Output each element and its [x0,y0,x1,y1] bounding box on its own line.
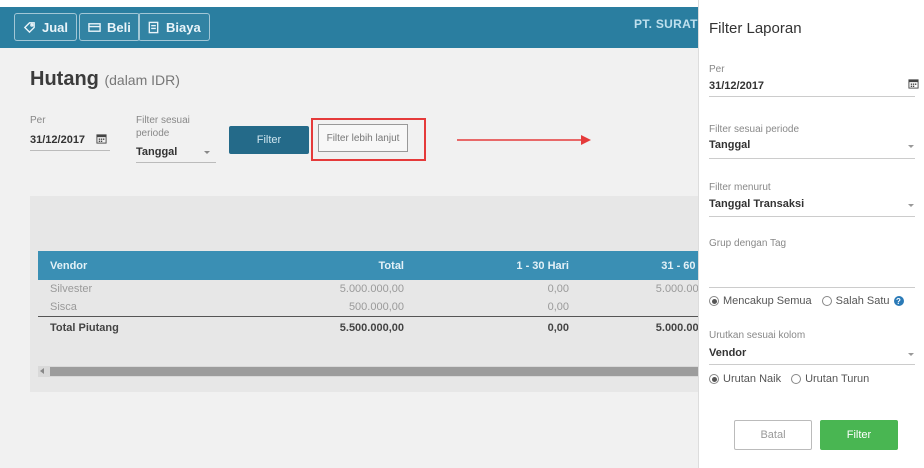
apply-filter-button[interactable]: Filter [820,420,898,450]
chevron-down-icon [908,145,914,148]
drawer-by-label: Filter menurut [709,182,771,193]
calendar-icon[interactable] [96,133,107,144]
cell-total: 500.000,00 [348,301,404,313]
page-title-text: Hutang [30,68,99,90]
cell-total: 5.000.000,00 [339,283,404,295]
tag-radio-group: Mencakup Semua Salah Satu ? [709,295,904,307]
period-label-2: periode [136,128,170,139]
header-1-30[interactable]: 1 - 30 Hari [404,260,569,272]
drawer-per-label: Per [709,64,725,75]
receipt-icon [148,21,159,33]
jual-button-label: Jual [42,19,69,35]
chevron-down-icon [908,353,914,356]
help-icon[interactable]: ? [893,296,904,306]
table-row[interactable]: Sisca 500.000,00 0,00 0,00 [38,298,724,316]
radio-salah-satu-label[interactable]: Salah Satu [836,295,890,307]
drawer-sort-label: Urutkan sesuai kolom [709,330,806,341]
page-subtitle: (dalam IDR) [104,72,180,88]
horizontal-scrollbar[interactable] [38,366,724,377]
order-radio-group: Urutan Naik Urutan Turun [709,373,869,385]
cell-total-label: Total Piutang [50,321,119,334]
cell-total-1-30: 0,00 [547,321,569,334]
radio-urutan-naik-label[interactable]: Urutan Naik [723,373,781,385]
radio-mencakup-semua[interactable] [709,296,719,306]
scrollbar-thumb[interactable] [50,367,724,376]
cell-1-30: 0,00 [547,283,569,295]
drawer-by-select[interactable]: Tanggal Transaksi [709,198,804,210]
cell-1-30: 0,00 [547,301,569,313]
header-total[interactable]: Total [228,260,404,272]
radio-urutan-turun-label[interactable]: Urutan Turun [805,373,869,385]
scroll-left-icon[interactable] [40,368,44,374]
calendar-icon[interactable] [908,78,919,89]
drawer-period-label: Filter sesuai periode [709,124,800,135]
card-icon [88,22,101,32]
header-vendor[interactable]: Vendor [38,260,228,272]
drawer-per-underline [709,96,915,97]
cell-total-sum: 5.500.000,00 [339,321,404,334]
drawer-tag-label: Grup dengan Tag [709,238,787,249]
table-row[interactable]: Silvester 5.000.000,00 0,00 5.000.000,00 [38,280,724,298]
biaya-button[interactable]: Biaya [138,13,210,41]
drawer-sort-underline [709,364,915,365]
chevron-down-icon [908,204,914,207]
table-header: Vendor Total 1 - 30 Hari 31 - 60 Hari [38,251,724,280]
jual-button[interactable]: Jual [14,13,78,41]
per-label: Per [30,115,46,126]
filter-button[interactable]: Filter [229,126,309,154]
aging-table: Vendor Total 1 - 30 Hari 31 - 60 Hari Si… [38,251,724,338]
annotation-arrow-icon [457,135,591,145]
tag-icon [23,21,35,33]
radio-salah-satu[interactable] [821,296,832,306]
period-underline [136,162,216,163]
radio-urutan-naik[interactable] [709,374,719,384]
cell-vendor: Sisca [50,301,77,313]
per-underline [30,150,110,151]
drawer-per-input[interactable]: 31/12/2017 [709,80,764,92]
drawer-period-underline [709,158,915,159]
cancel-button[interactable]: Batal [734,420,812,450]
app-root: Jual Beli Biaya PT. SURAT Hutang (dalam … [0,0,924,468]
drawer-title: Filter Laporan [709,20,802,37]
biaya-button-label: Biaya [166,19,201,35]
annotation-highlight-box [311,118,426,161]
beli-button[interactable]: Beli [79,13,140,41]
company-name: PT. SURAT [634,17,698,31]
radio-mencakup-semua-label[interactable]: Mencakup Semua [723,295,812,307]
table-total-row: Total Piutang 5.500.000,00 0,00 5.000.00… [38,316,724,338]
period-label-1: Filter sesuai [136,115,190,126]
drawer-period-select[interactable]: Tanggal [709,139,750,151]
beli-button-label: Beli [107,19,131,35]
drawer-tag-underline[interactable] [709,287,915,288]
radio-urutan-turun[interactable] [791,374,802,384]
filter-drawer: Filter Laporan Per 31/12/2017 Filter ses… [698,0,924,468]
chevron-down-icon [204,151,210,154]
period-select[interactable]: Tanggal [136,146,177,158]
drawer-by-underline [709,216,915,217]
page-title: Hutang (dalam IDR) [30,68,180,91]
per-date-input[interactable]: 31/12/2017 [30,134,85,146]
cell-vendor: Silvester [50,283,93,295]
drawer-sort-select[interactable]: Vendor [709,347,746,359]
